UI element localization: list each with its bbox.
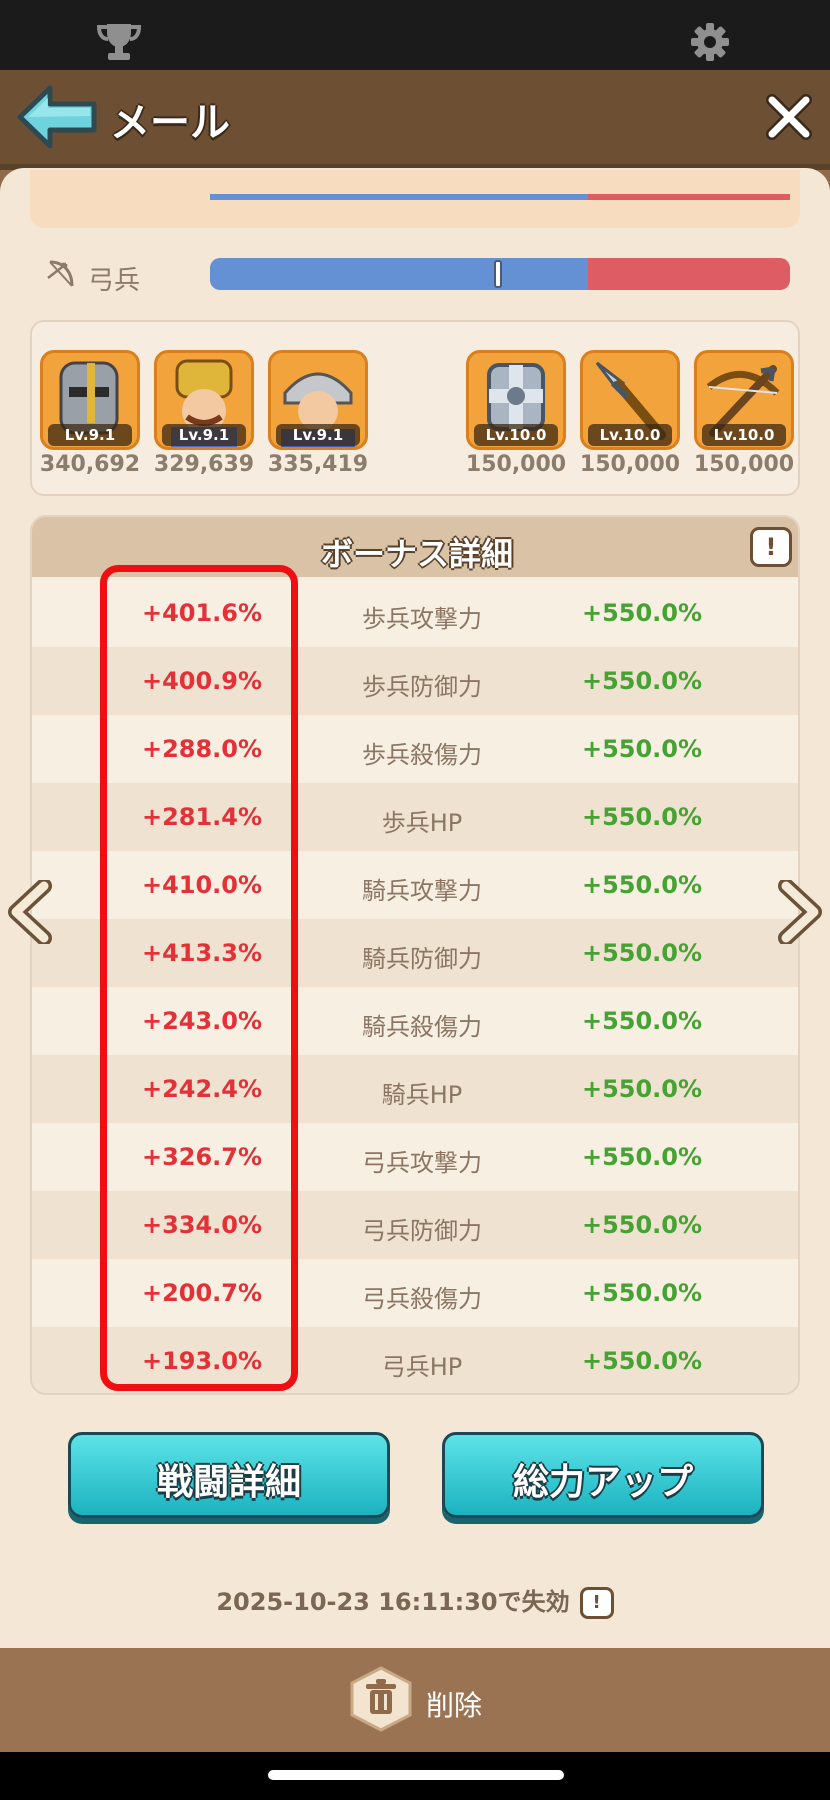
top-bar — [0, 0, 830, 70]
footer-bar: 削除 — [0, 1648, 830, 1752]
battle-details-button[interactable]: 戦闘詳細 — [68, 1432, 390, 1518]
archer-label: 弓兵 — [88, 266, 141, 296]
bar-blue-segment — [210, 258, 588, 290]
bonus-stat-name: 騎兵攻撃力 — [362, 877, 482, 905]
enemy-bonus-value: +550.0% — [581, 939, 703, 967]
page-title: メール — [110, 100, 230, 146]
battle-details-label: 戦闘詳細 — [156, 1462, 301, 1503]
bow-icon — [47, 260, 74, 287]
unit-power: 150,000 — [465, 452, 567, 477]
home-indicator-area — [0, 1752, 830, 1800]
units-panel: Lv.9.1 340,692 Lv.9.1 329,639 Lv.9.1 335… — [30, 320, 800, 496]
archer-comparison-row: 弓兵 — [30, 240, 800, 310]
enemy-bonus-value: +550.0% — [581, 1347, 703, 1375]
unit-power: 335,419 — [267, 452, 369, 477]
unit-shield[interactable]: Lv.10.0 150,000 — [466, 350, 566, 477]
enemy-bonus-value: +550.0% — [581, 1007, 703, 1035]
unit-crossbow[interactable]: Lv.10.0 150,000 — [694, 350, 794, 477]
unit-hero-crown[interactable]: Lv.9.1 329,639 — [154, 350, 254, 477]
enemy-bonus-value: +550.0% — [581, 1075, 703, 1103]
power-up-button[interactable]: 総力アップ — [442, 1432, 764, 1518]
bonus-stat-name: 騎兵防御力 — [362, 945, 482, 973]
unit-power: 150,000 — [693, 452, 795, 477]
unit-level: Lv.9.1 — [276, 424, 360, 446]
cavalry-bar-partial — [30, 170, 800, 228]
enemy-bonus-value: +550.0% — [581, 1143, 703, 1171]
bonus-info-button[interactable]: ! — [750, 527, 792, 567]
unit-knight[interactable]: Lv.9.1 340,692 — [40, 350, 140, 477]
close-icon[interactable] — [764, 92, 814, 142]
unit-level: Lv.10.0 — [588, 424, 672, 446]
expiry-line: 2025-10-23 16:11:30で失効! — [0, 1582, 830, 1619]
unit-valkyrie[interactable]: Lv.9.1 335,419 — [268, 350, 368, 477]
bar-blue-segment — [210, 194, 588, 200]
chevron-right-icon[interactable] — [772, 880, 824, 944]
enemy-bonus-value: +550.0% — [581, 667, 703, 695]
enemy-bonus-value: +550.0% — [581, 803, 703, 831]
enemy-bonus-value: +550.0% — [581, 599, 703, 627]
enemy-bonus-value: +550.0% — [581, 1211, 703, 1239]
archer-comparison-bar — [210, 258, 790, 290]
bonus-stat-name: 弓兵防御力 — [362, 1217, 482, 1245]
unit-level: Lv.9.1 — [48, 424, 132, 446]
unit-power: 150,000 — [579, 452, 681, 477]
bonus-stat-name: 騎兵殺傷力 — [362, 1013, 482, 1041]
bar-red-segment — [588, 258, 790, 290]
bar-marker — [494, 260, 502, 288]
unit-level: Lv.10.0 — [474, 424, 558, 446]
bonus-stat-name: 弓兵HP — [381, 1353, 463, 1381]
bonus-stat-name: 歩兵殺傷力 — [362, 741, 482, 769]
back-arrow-icon[interactable] — [16, 84, 98, 150]
expiry-info-button[interactable]: ! — [579, 1587, 614, 1619]
bonus-stat-name: 歩兵HP — [381, 809, 463, 837]
bonus-stat-name: 騎兵HP — [381, 1081, 463, 1109]
bonus-stat-name: 歩兵攻撃力 — [362, 605, 482, 633]
trash-icon[interactable] — [348, 1666, 414, 1732]
red-highlight-box — [100, 565, 298, 1391]
unit-level: Lv.10.0 — [702, 424, 786, 446]
bar-red-segment — [588, 194, 790, 200]
bonus-stat-name: 弓兵攻撃力 — [362, 1149, 482, 1177]
gear-icon[interactable] — [690, 22, 730, 62]
enemy-bonus-value: +550.0% — [581, 735, 703, 763]
bonus-stat-name: 歩兵防御力 — [362, 673, 482, 701]
enemy-bonus-value: +550.0% — [581, 1279, 703, 1307]
expiry-text: 2025-10-23 16:11:30で失効 — [216, 1588, 570, 1616]
chevron-left-icon[interactable] — [6, 880, 58, 944]
bonus-stat-name: 弓兵殺傷力 — [362, 1285, 482, 1313]
enemy-bonus-value: +550.0% — [581, 871, 703, 899]
trophy-icon[interactable] — [96, 22, 142, 62]
delete-label[interactable]: 削除 — [426, 1684, 482, 1724]
mail-header: メール — [0, 70, 830, 170]
unit-spear[interactable]: Lv.10.0 150,000 — [580, 350, 680, 477]
unit-level: Lv.9.1 — [162, 424, 246, 446]
unit-power: 329,639 — [153, 452, 255, 477]
power-up-label: 総力アップ — [512, 1462, 693, 1503]
unit-power: 340,692 — [39, 452, 141, 477]
home-indicator[interactable] — [268, 1770, 564, 1780]
